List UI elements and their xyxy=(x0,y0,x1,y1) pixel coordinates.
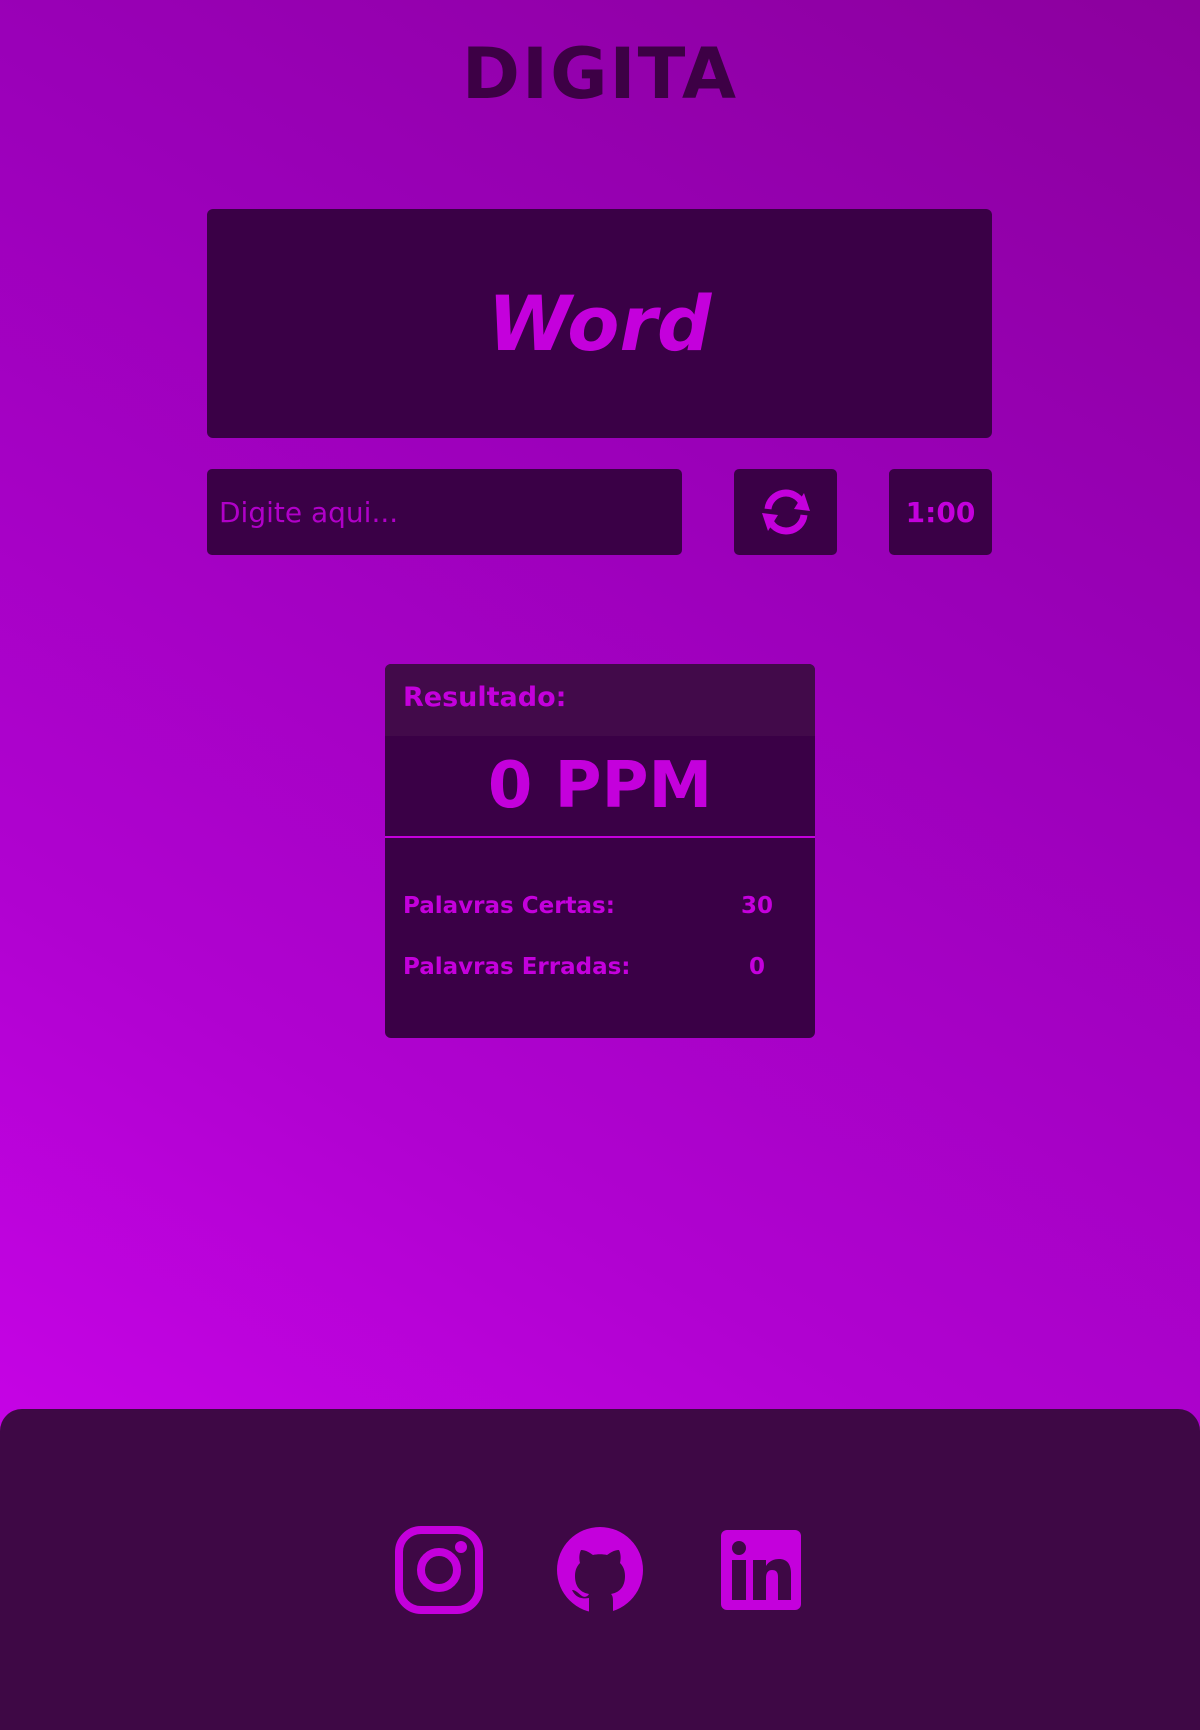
linkedin-link[interactable] xyxy=(716,1525,806,1615)
result-header: Resultado: xyxy=(385,664,815,736)
instagram-icon xyxy=(395,1526,483,1614)
wrong-words-value: 0 xyxy=(748,954,765,980)
linkedin-icon xyxy=(721,1530,801,1610)
timer-button[interactable]: 1:00 xyxy=(889,469,992,555)
current-word: Word xyxy=(487,279,712,368)
word-display: Word xyxy=(207,209,992,438)
instagram-link[interactable] xyxy=(394,1525,484,1615)
refresh-button[interactable] xyxy=(734,469,837,555)
github-icon xyxy=(557,1527,643,1614)
ppm-value: 0 PPM xyxy=(385,736,815,838)
correct-words-value: 30 xyxy=(740,893,773,919)
result-stats: Palavras Certas: 30 Palavras Erradas: 0 xyxy=(385,838,815,1015)
app-title: DIGITA xyxy=(461,33,739,115)
stat-row-correct: Palavras Certas: 30 xyxy=(403,893,797,954)
typing-input[interactable] xyxy=(207,469,682,555)
github-link[interactable] xyxy=(555,1525,645,1615)
correct-words-label: Palavras Certas: xyxy=(403,893,615,919)
refresh-icon xyxy=(761,489,810,535)
footer xyxy=(0,1409,1200,1730)
wrong-words-label: Palavras Erradas: xyxy=(403,954,631,980)
result-card: Resultado: 0 PPM Palavras Certas: 30 Pal… xyxy=(385,664,815,1038)
stat-row-wrong: Palavras Erradas: 0 xyxy=(403,954,797,1015)
